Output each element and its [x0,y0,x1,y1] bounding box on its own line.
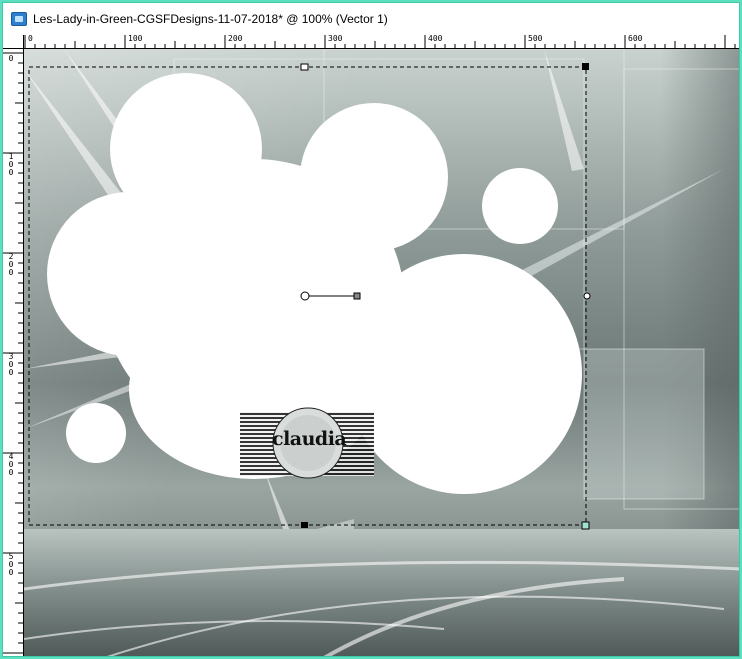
handle-right-middle [583,292,591,300]
ruler-left-label-400: 400 [8,452,14,477]
rotation-handle [353,292,361,300]
ruler-left-label-500: 500 [8,552,14,577]
ruler-left-label-0: 0 [8,54,14,63]
handle-bottom-middle [301,522,308,528]
ruler-corner [3,35,24,49]
handle-top-right [582,63,589,70]
background-floor [24,529,739,656]
ruler-left-label-300: 300 [8,352,14,377]
ruler-vertical[interactable]: 0 100 200 300 400 500 [3,49,24,656]
ruler-top-label-200: 200 [228,34,243,43]
document-window: Les-Lady-in-Green-CGSFDesigns-11-07-2018… [2,2,740,657]
ruler-left-label-100: 100 [8,152,14,177]
watermark-text: claudia [272,428,347,450]
ruler-top-label-400: 400 [428,34,443,43]
title-bar[interactable]: Les-Lady-in-Green-CGSFDesigns-11-07-2018… [3,3,739,35]
window-title: Les-Lady-in-Green-CGSFDesigns-11-07-2018… [33,12,388,26]
ruler-horizontal[interactable]: 0 100 200 300 400 500 600 [24,34,739,49]
ruler-top-label-600: 600 [628,34,643,43]
ruler-top-label-300: 300 [328,34,343,43]
handle-top-middle [300,63,309,71]
ruler-top-label-500: 500 [528,34,543,43]
ruler-top-label-100: 100 [128,34,143,43]
canvas-artwork [24,49,739,656]
psp-document-icon [11,12,27,26]
ruler-top-label-0: 0 [28,34,33,43]
rotation-pivot-handle [300,291,310,301]
ruler-left-label-200: 200 [8,252,14,277]
bubble-large-right [346,254,582,494]
image-canvas[interactable]: claudia [24,49,739,656]
handle-bottom-right [581,521,590,530]
bubble-small-left [66,403,126,463]
bubble-small-right [482,168,558,244]
